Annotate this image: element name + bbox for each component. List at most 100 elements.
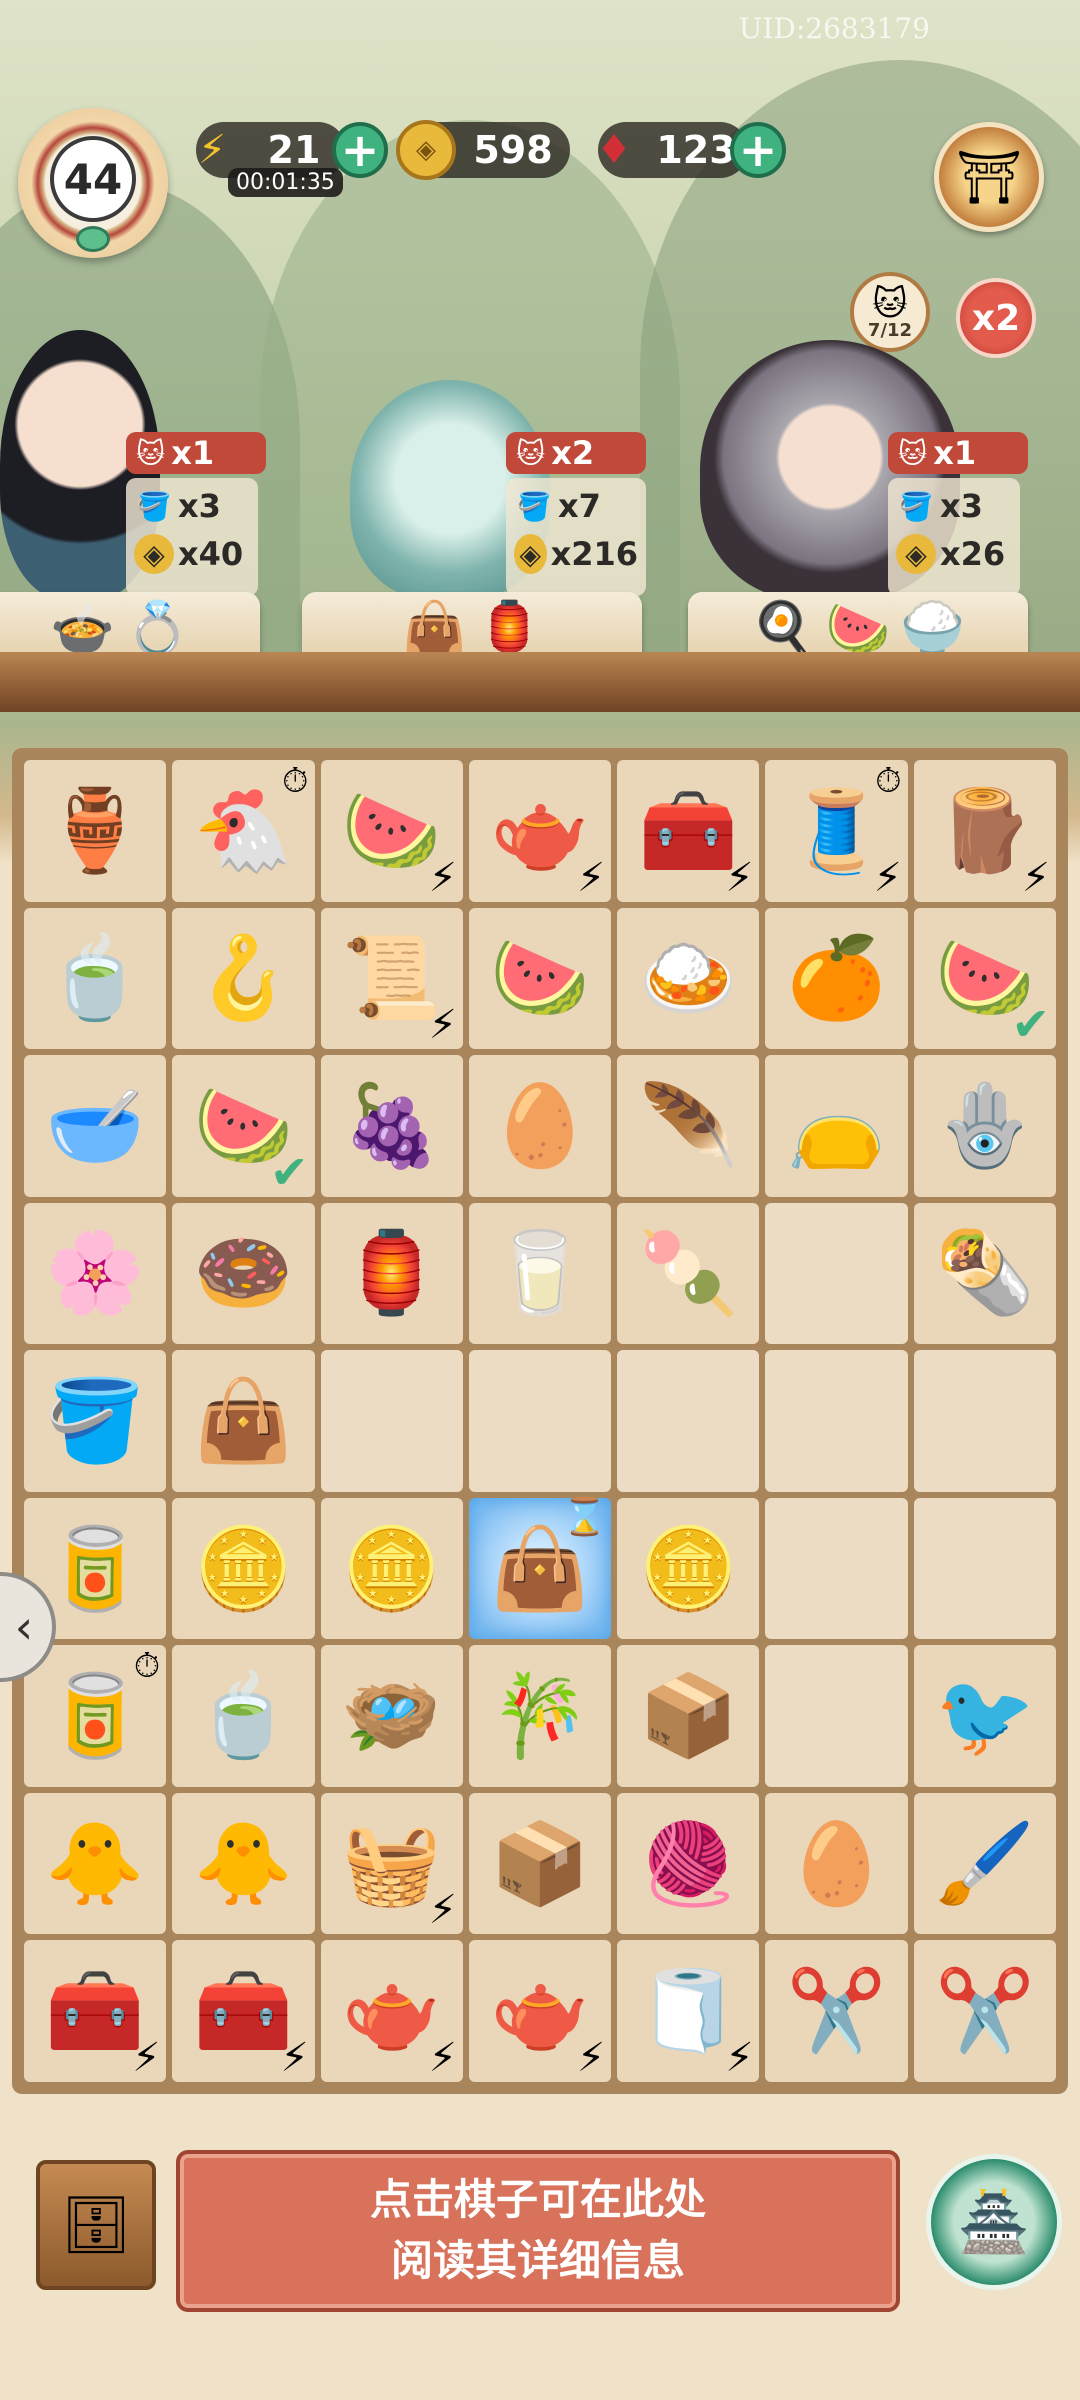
info-line-1: 点击棋子可在此处 (369, 2175, 706, 2225)
gem-counter: ♦ 123 (596, 122, 748, 178)
lucky-cat-progress: 7/12 (867, 319, 913, 341)
lucky-cat-icon: 🐱 (516, 436, 546, 470)
energy-bolt-icon: ⚡ (428, 2035, 457, 2081)
reward-row: 🪣 x7 (506, 478, 646, 526)
add-energy-button[interactable]: + (332, 122, 388, 178)
board-item[interactable]: 🌯 (913, 1202, 1056, 1345)
board-item[interactable]: 🍉 ⚡ (320, 760, 463, 902)
energy-bolt-icon: ⚡ (873, 854, 902, 901)
board-item[interactable]: 🏺 (24, 760, 167, 902)
add-gems-button[interactable]: + (730, 122, 786, 178)
board-item[interactable]: 🥚 (765, 1792, 908, 1935)
customer-3-rewards: 🪣 x3 ◈ x26 (888, 478, 1020, 596)
player-level-badge[interactable]: 44 (18, 108, 168, 258)
board-empty-cell[interactable] (765, 1497, 908, 1640)
shrine-button[interactable]: ⛩ (934, 122, 1044, 232)
board-item[interactable]: 🫖 ⚡ (468, 1940, 612, 2082)
board-empty-cell[interactable] (468, 1350, 612, 1492)
energy-bolt-icon: ⚡ (725, 854, 754, 901)
board-item[interactable]: 👝 (765, 1055, 908, 1197)
bucket-icon: 🪣 (516, 489, 552, 523)
energy-bolt-icon: ⚡ (132, 2035, 161, 2081)
board-item[interactable]: 🪬 (913, 1055, 1056, 1197)
board-item[interactable]: 🧺 ⚡ (320, 1792, 463, 1935)
board-item[interactable]: 🎋 (468, 1645, 612, 1787)
pavilion-icon: 🏯 (957, 2187, 1031, 2256)
board-item[interactable]: 🪺 (320, 1645, 463, 1787)
board-item[interactable]: 👜 (172, 1350, 315, 1492)
board-item[interactable]: 🥣 (24, 1055, 167, 1197)
board-item[interactable]: 🫖 ⚡ (320, 1940, 463, 2082)
board-item[interactable]: 🥚 (468, 1055, 612, 1197)
board-item[interactable]: 🍵 (172, 1645, 315, 1787)
customer-2-cat-tag: 🐱 x2 (506, 432, 646, 474)
pavilion-button[interactable]: 🏯 (926, 2154, 1062, 2290)
reward-row: ◈ x26 (888, 526, 1020, 574)
board-item[interactable]: 🧻 ⚡ (617, 1940, 760, 2082)
board-item[interactable]: 👜 ⌛ (468, 1497, 612, 1640)
board-item[interactable]: 🧵 ⚡ ⏱ (765, 760, 908, 902)
lucky-cat-counter[interactable]: 🐱 7/12 (850, 272, 930, 352)
reward-row: ◈ x40 (126, 526, 258, 574)
board-empty-cell[interactable] (765, 1350, 908, 1492)
coin-icon: ◈ (134, 534, 174, 574)
board-item[interactable]: 🧰 ⚡ (617, 760, 760, 902)
board-item[interactable]: 🥛 (468, 1202, 612, 1345)
order-item: 🍲 (50, 599, 115, 659)
user-id: UID:2683179 (738, 12, 930, 45)
board-item[interactable]: 🍵 (24, 907, 167, 1050)
storage-cabinet-button[interactable]: 🗄 (36, 2160, 156, 2290)
board-empty-cell[interactable] (320, 1350, 463, 1492)
board-item[interactable]: 🖌️ (913, 1792, 1056, 1935)
board-item[interactable]: 🍛 (617, 907, 760, 1050)
board-item[interactable]: 🪙 (617, 1497, 760, 1640)
board-item[interactable]: 🌸 (24, 1202, 167, 1345)
board-item[interactable]: 🪙 (172, 1497, 315, 1640)
board-empty-cell[interactable] (617, 1350, 760, 1492)
board-item[interactable]: 🥫 ⏱ (24, 1645, 167, 1787)
order-item: 🍚 (900, 599, 966, 659)
board-empty-cell[interactable] (765, 1645, 908, 1787)
board-empty-cell[interactable] (765, 1202, 908, 1345)
board-item[interactable]: 🍉 ✔ (913, 907, 1056, 1050)
board-empty-cell[interactable] (913, 1497, 1056, 1640)
board-item[interactable]: 🧰 ⚡ (24, 1940, 167, 2082)
board-item[interactable]: 🪶 (617, 1055, 760, 1197)
board-item[interactable]: 📜 ⚡ (320, 907, 463, 1050)
board-item[interactable]: 🍡 (617, 1202, 760, 1345)
order-item: 🍉 (825, 599, 891, 659)
board-item[interactable]: 🐥 (172, 1792, 315, 1935)
board-item[interactable]: 🐦 (913, 1645, 1056, 1787)
board-item[interactable]: 🍩 (172, 1202, 315, 1345)
board-empty-cell[interactable] (913, 1350, 1056, 1492)
order-item: 💍 (125, 599, 190, 659)
board-item[interactable]: 🍊 (765, 907, 908, 1050)
shrine-icon: ⛩ (955, 147, 1022, 208)
board-item[interactable]: 🐥 (24, 1792, 167, 1935)
board-item[interactable]: 📦 (617, 1645, 760, 1787)
energy-bolt-icon: ⚡ (577, 854, 606, 901)
board-item[interactable]: 🐔 ⏱ (172, 760, 315, 902)
board-item[interactable]: 🪣 (24, 1350, 167, 1492)
stopwatch-icon: ⏱ (282, 761, 309, 801)
item-info-panel: 点击棋子可在此处 阅读其详细信息 (176, 2150, 900, 2312)
board-item[interactable]: ✂️ (913, 1940, 1056, 2082)
board-item[interactable]: 🍇 (320, 1055, 463, 1197)
stopwatch-icon: ⏱ (133, 1646, 161, 1687)
board-item[interactable]: 🪙 (320, 1497, 463, 1640)
board-item[interactable]: 🪝 (172, 907, 315, 1050)
coin-value: 598 (473, 128, 553, 172)
multiplier-button[interactable]: x2 (956, 278, 1036, 358)
energy-bolt-icon: ⚡ (725, 2035, 754, 2081)
board-item[interactable]: 🧰 ⚡ (172, 1940, 315, 2082)
board-item[interactable]: 🧶 (617, 1792, 760, 1935)
board-item[interactable]: ✂️ (765, 1940, 908, 2082)
board-item[interactable]: 🍉 (468, 907, 612, 1050)
order-item: 🏮 (477, 599, 542, 659)
reward-row: 🪣 x3 (888, 478, 1020, 526)
board-item[interactable]: 🪵 ⚡ (913, 760, 1056, 902)
board-item[interactable]: 🫖 ⚡ (468, 760, 612, 902)
board-item[interactable]: 🍉 ✔ (172, 1055, 315, 1197)
board-item[interactable]: 🏮 (320, 1202, 463, 1345)
board-item[interactable]: 📦 (468, 1792, 612, 1935)
